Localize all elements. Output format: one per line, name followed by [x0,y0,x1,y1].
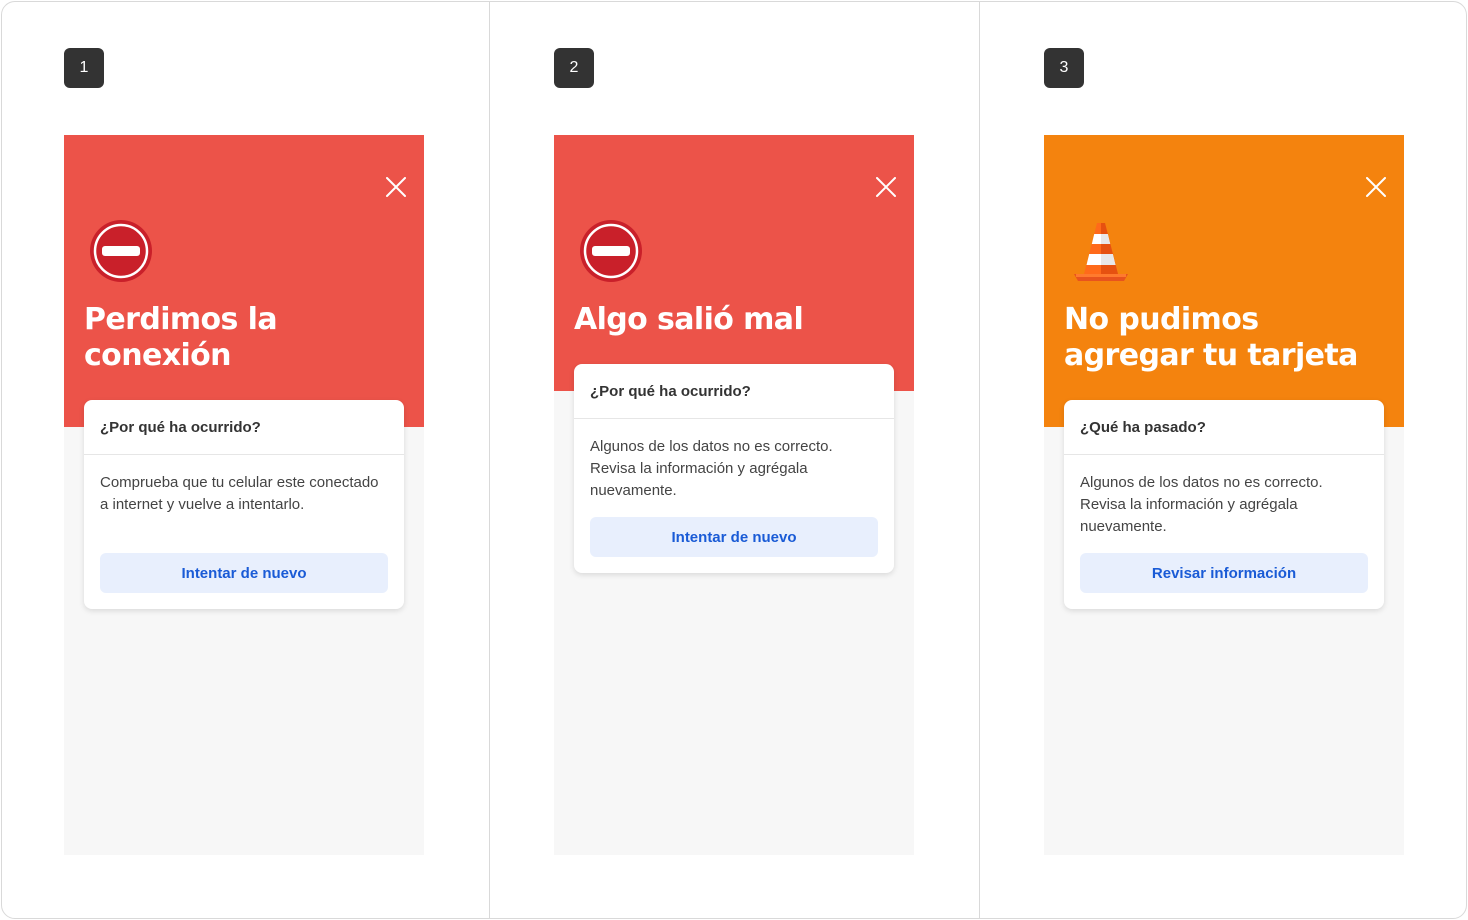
screen-card-not-added: No pudimos agregar tu tarjeta ¿Qué ha pa… [1044,135,1404,855]
error-card: ¿Por qué ha ocurrido? Comprueba que tu c… [84,400,404,609]
no-entry-icon [90,220,152,282]
retry-button[interactable]: Intentar de nuevo [100,553,388,593]
card-message: Comprueba que tu celular este conectado … [100,474,379,513]
step-badge-2: 2 [554,48,594,88]
card-question: ¿Por qué ha ocurrido? [574,364,894,419]
error-header: Algo salió mal [554,135,914,391]
column-divider [979,2,980,918]
column-divider [489,2,490,918]
close-icon[interactable] [1366,177,1386,197]
card-question: ¿Qué ha pasado? [1064,400,1384,455]
error-title: Algo salió mal [574,302,804,337]
screen-connection-lost: Perdimos la conexión ¿Por qué ha ocurrid… [64,135,424,855]
no-entry-icon [580,220,642,282]
error-card: ¿Por qué ha ocurrido? Algunos de los dat… [574,364,894,573]
close-icon[interactable] [876,177,896,197]
traffic-cone-icon [1074,223,1128,281]
error-header: Perdimos la conexión [64,135,424,427]
error-title: Perdimos la conexión [84,302,278,373]
review-info-button[interactable]: Revisar información [1080,553,1368,593]
error-card: ¿Qué ha pasado? Algunos de los datos no … [1064,400,1384,609]
screen-something-wrong: Algo salió mal ¿Por qué ha ocurrido? Alg… [554,135,914,855]
card-question: ¿Por qué ha ocurrido? [84,400,404,455]
warning-header: No pudimos agregar tu tarjeta [1044,135,1404,427]
card-message: Algunos de los datos no es correcto. Rev… [590,438,833,499]
close-icon[interactable] [386,177,406,197]
step-badge-1: 1 [64,48,104,88]
step-badge-3: 3 [1044,48,1084,88]
retry-button[interactable]: Intentar de nuevo [590,517,878,557]
error-title: No pudimos agregar tu tarjeta [1064,302,1358,373]
card-message: Algunos de los datos no es correcto. Rev… [1080,474,1323,535]
